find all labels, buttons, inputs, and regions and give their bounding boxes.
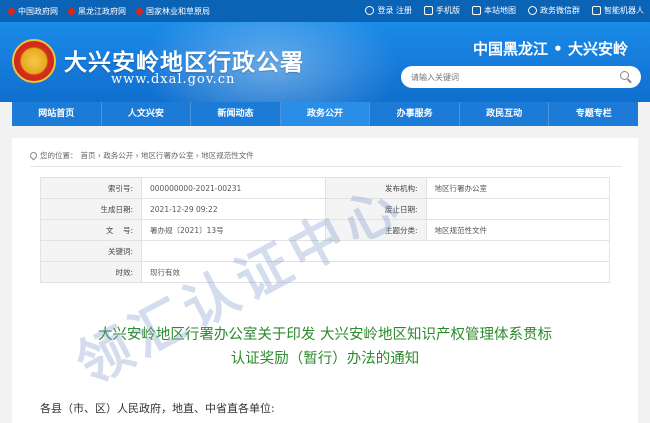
- main-nav: 网站首页 人文兴安 新闻动态 政务公开 办事服务 政民互动 专题专栏: [12, 102, 638, 126]
- link-gov-cn-label: 中国政府网: [18, 7, 58, 16]
- category-value: 地区规范性文件: [425, 219, 610, 241]
- publisher-value: 地区行署办公室: [425, 177, 610, 199]
- date-value: 2021-12-29 09:22: [141, 198, 326, 220]
- divider: [30, 166, 622, 167]
- link-heilongjiang-label: 黑龙江政府网: [78, 7, 126, 16]
- nav-gov-affairs[interactable]: 政务公开: [280, 102, 371, 126]
- robot-label: 智能机器人: [604, 6, 644, 15]
- nav-services[interactable]: 办事服务: [370, 102, 460, 126]
- sitemap-link[interactable]: 本站地图: [472, 5, 516, 16]
- emblem-icon: [68, 8, 75, 15]
- link-forestry-label: 国家林业和草原局: [146, 7, 210, 16]
- index-label: 索引号:: [40, 177, 142, 199]
- site-url: www.dxal.gov.cn: [111, 72, 236, 87]
- robot-icon: [592, 6, 601, 15]
- date-label: 生成日期:: [40, 198, 142, 220]
- phone-icon: [424, 6, 433, 15]
- abolish-label: 废止日期:: [324, 198, 427, 220]
- keywords-value: [141, 240, 610, 262]
- nav-culture[interactable]: 人文兴安: [102, 102, 192, 126]
- table-row: 时效: 现行有效: [40, 261, 610, 283]
- document-meta-table: 索引号: 000000000-2021-00231 发布机构: 地区行署办公室 …: [40, 177, 610, 283]
- location-icon: [28, 150, 39, 161]
- link-forestry[interactable]: 国家林业和草原局: [136, 6, 210, 17]
- user-icon: [365, 6, 375, 15]
- wechat-group-link[interactable]: 政务微信群: [528, 5, 580, 16]
- breadcrumb: 您的位置： 首页 › 政务公开 › 地区行署办公室 › 地区规范性文件: [28, 150, 254, 161]
- table-row: 索引号: 000000000-2021-00231 发布机构: 地区行署办公室: [40, 177, 610, 199]
- table-row: 生成日期: 2021-12-29 09:22 废止日期:: [40, 198, 610, 220]
- abolish-value: [425, 198, 610, 220]
- robot-link[interactable]: 智能机器人: [592, 5, 644, 16]
- top-bar: 中国政府网 黑龙江政府网 国家林业和草原局 登录 注册 手机版 本站地图 政务微…: [0, 0, 650, 22]
- table-row: 文 号: 署办规〔2021〕13号 主题分类: 地区规范性文件: [40, 219, 610, 241]
- table-row: 关键词:: [40, 240, 610, 262]
- keywords-label: 关键词:: [40, 240, 142, 262]
- search-icon[interactable]: [620, 71, 629, 80]
- emblem-icon: [136, 8, 143, 15]
- national-emblem-icon: [12, 39, 56, 83]
- link-gov-cn[interactable]: 中国政府网: [8, 6, 58, 17]
- index-value: 000000000-2021-00231: [141, 177, 326, 199]
- emblem-icon: [8, 8, 15, 15]
- validity-label: 时效:: [40, 261, 142, 283]
- mobile-version-link[interactable]: 手机版: [424, 5, 460, 16]
- site-header: 大兴安岭地区行政公署 www.dxal.gov.cn 中国黑龙江 • 大兴安岭: [0, 22, 650, 102]
- breadcrumb-prefix: 您的位置：: [40, 151, 78, 160]
- document-title-line-2: 认证奖励（暂行）办法的通知: [230, 351, 420, 367]
- login-register-link[interactable]: 登录 注册: [365, 5, 412, 16]
- document-title: 大兴安岭地区行署办公室关于印发 大兴安岭地区知识产权管理体系贯标 认证奖励（暂行…: [40, 323, 610, 371]
- nav-interaction[interactable]: 政民互动: [460, 102, 550, 126]
- docno-label: 文 号:: [40, 219, 142, 241]
- breadcrumb-path[interactable]: 首页 › 政务公开 › 地区行署办公室 › 地区规范性文件: [81, 150, 254, 161]
- top-links: 中国政府网 黑龙江政府网 国家林业和草原局: [8, 6, 210, 17]
- nav-news[interactable]: 新闻动态: [191, 102, 281, 126]
- top-tools: 登录 注册 手机版 本站地图 政务微信群 智能机器人: [365, 5, 644, 16]
- mobile-version-label: 手机版: [436, 6, 460, 15]
- link-heilongjiang[interactable]: 黑龙江政府网: [68, 6, 126, 17]
- login-register-label: 登录 注册: [377, 6, 412, 15]
- category-label: 主题分类:: [324, 219, 427, 241]
- publisher-label: 发布机构:: [324, 177, 427, 199]
- wechat-group-label: 政务微信群: [540, 6, 580, 15]
- nav-topics[interactable]: 专题专栏: [549, 102, 638, 126]
- docno-value: 署办规〔2021〕13号: [141, 219, 326, 241]
- sitemap-label: 本站地图: [484, 6, 516, 15]
- content-panel: 您的位置： 首页 › 政务公开 › 地区行署办公室 › 地区规范性文件 索引号:…: [12, 138, 638, 423]
- document-salutation: 各县（市、区）人民政府，地直、中省直各单位:: [40, 402, 275, 415]
- wechat-icon: [528, 6, 537, 15]
- validity-value: 现行有效: [141, 261, 610, 283]
- sitemap-icon: [472, 6, 481, 15]
- region-name: 中国黑龙江 • 大兴安岭: [472, 40, 628, 58]
- nav-home[interactable]: 网站首页: [12, 102, 102, 126]
- search-box: [401, 66, 641, 88]
- document-title-line-1: 大兴安岭地区行署办公室关于印发 大兴安岭地区知识产权管理体系贯标: [97, 327, 553, 343]
- search-input[interactable]: [411, 69, 606, 85]
